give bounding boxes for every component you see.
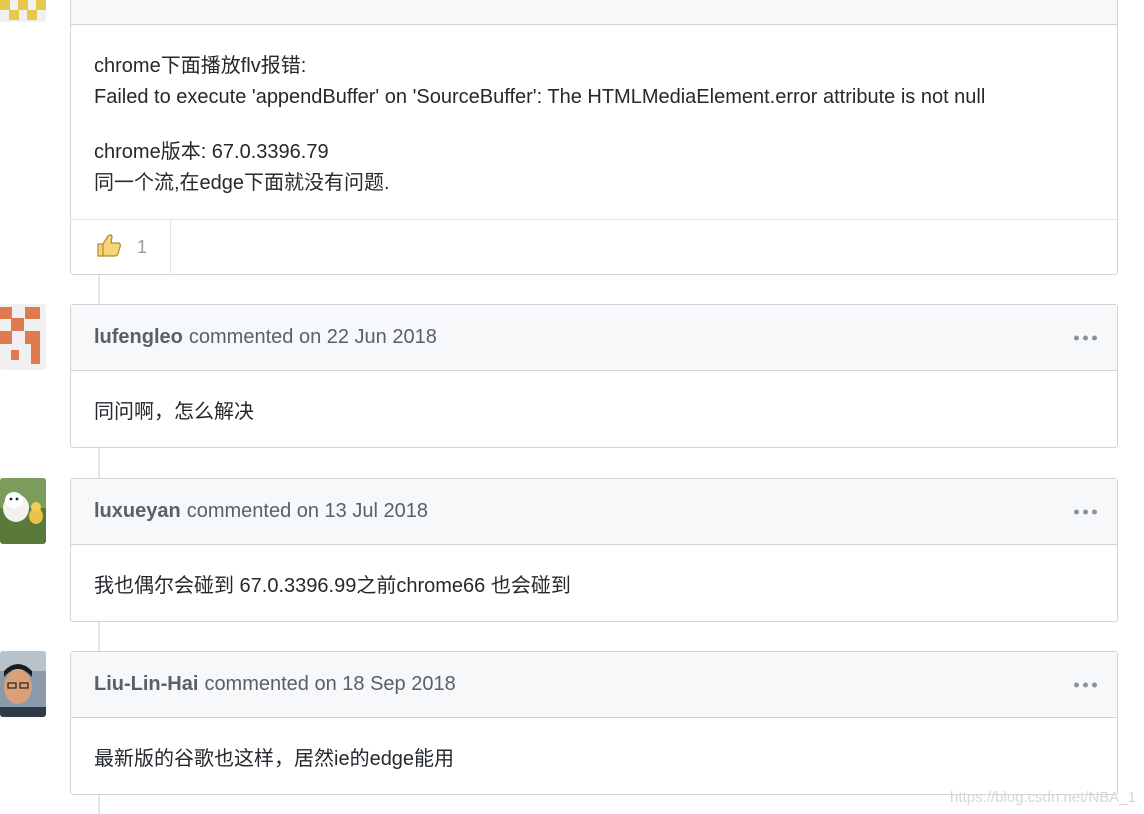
reaction-thumbs-up-button[interactable]: 1 xyxy=(71,220,171,275)
reaction-count: 1 xyxy=(137,237,148,257)
dot xyxy=(1083,682,1088,687)
dot xyxy=(1074,335,1079,340)
avatar[interactable] xyxy=(0,0,46,22)
comment-author[interactable]: Liu-Lin-Hai xyxy=(94,673,198,696)
dot xyxy=(1074,682,1079,687)
avatar[interactable] xyxy=(0,478,46,544)
timeline-line xyxy=(98,274,100,305)
comment: luxueyan commented on 13 Jul 2018 我也偶尔会碰… xyxy=(70,478,1118,622)
comment-header: Liu-Lin-Hai commented on 18 Sep 2018 xyxy=(71,652,1117,718)
comment-author[interactable]: lufengleo xyxy=(94,326,183,349)
comment-menu-button[interactable] xyxy=(1074,335,1097,340)
comment-menu-button[interactable] xyxy=(1074,509,1097,514)
timeline-line xyxy=(98,447,100,478)
comment: Liu-Lin-Hai commented on 18 Sep 2018 最新版… xyxy=(70,651,1118,795)
comment-timestamp[interactable]: commented on 13 Jul 2018 xyxy=(187,500,428,523)
avatar[interactable] xyxy=(0,651,46,717)
dot xyxy=(1083,335,1088,340)
comment-timestamp[interactable]: commented on 18 Sep 2018 xyxy=(204,673,455,696)
body-line: 同一个流,在edge下面就没有问题. xyxy=(94,172,390,194)
reaction-bar: 1 xyxy=(71,219,1117,275)
comment-body: 最新版的谷歌也这样，居然ie的edge能用 xyxy=(94,747,455,770)
body-line: Failed to execute 'appendBuffer' on 'Sou… xyxy=(94,86,986,108)
comment-header: luxueyan commented on 13 Jul 2018 xyxy=(71,479,1117,545)
avatar[interactable] xyxy=(0,304,46,370)
comment: lufengleo commented on 22 Jun 2018 同问啊，怎… xyxy=(70,304,1118,448)
comment-body: chrome下面播放flv报错: Failed to execute 'appe… xyxy=(71,25,1117,219)
dot xyxy=(1092,335,1097,340)
watermark: https://blog.csdn.net/NBA_1 xyxy=(950,789,1136,806)
comment-body: 我也偶尔会碰到 67.0.3396.99之前chrome66 也会碰到 xyxy=(94,574,571,597)
body-line: chrome下面播放flv报错: xyxy=(94,55,307,77)
dot xyxy=(1092,509,1097,514)
comment-author[interactable]: luxueyan xyxy=(94,500,181,523)
comment-menu-button[interactable] xyxy=(1074,682,1097,687)
dot xyxy=(1074,509,1079,514)
comment: chrome下面播放flv报错: Failed to execute 'appe… xyxy=(70,0,1118,275)
dot xyxy=(1083,509,1088,514)
body-line: chrome版本: 67.0.3396.79 xyxy=(94,141,329,163)
comment-header xyxy=(71,0,1117,25)
comment-timestamp[interactable]: commented on 22 Jun 2018 xyxy=(189,326,437,349)
comment-header: lufengleo commented on 22 Jun 2018 xyxy=(71,305,1117,371)
timeline-line xyxy=(98,621,100,652)
comment-body: 同问啊，怎么解决 xyxy=(94,400,254,423)
dot xyxy=(1092,682,1097,687)
thumbs-up-icon xyxy=(95,231,123,264)
timeline-line xyxy=(98,794,100,814)
